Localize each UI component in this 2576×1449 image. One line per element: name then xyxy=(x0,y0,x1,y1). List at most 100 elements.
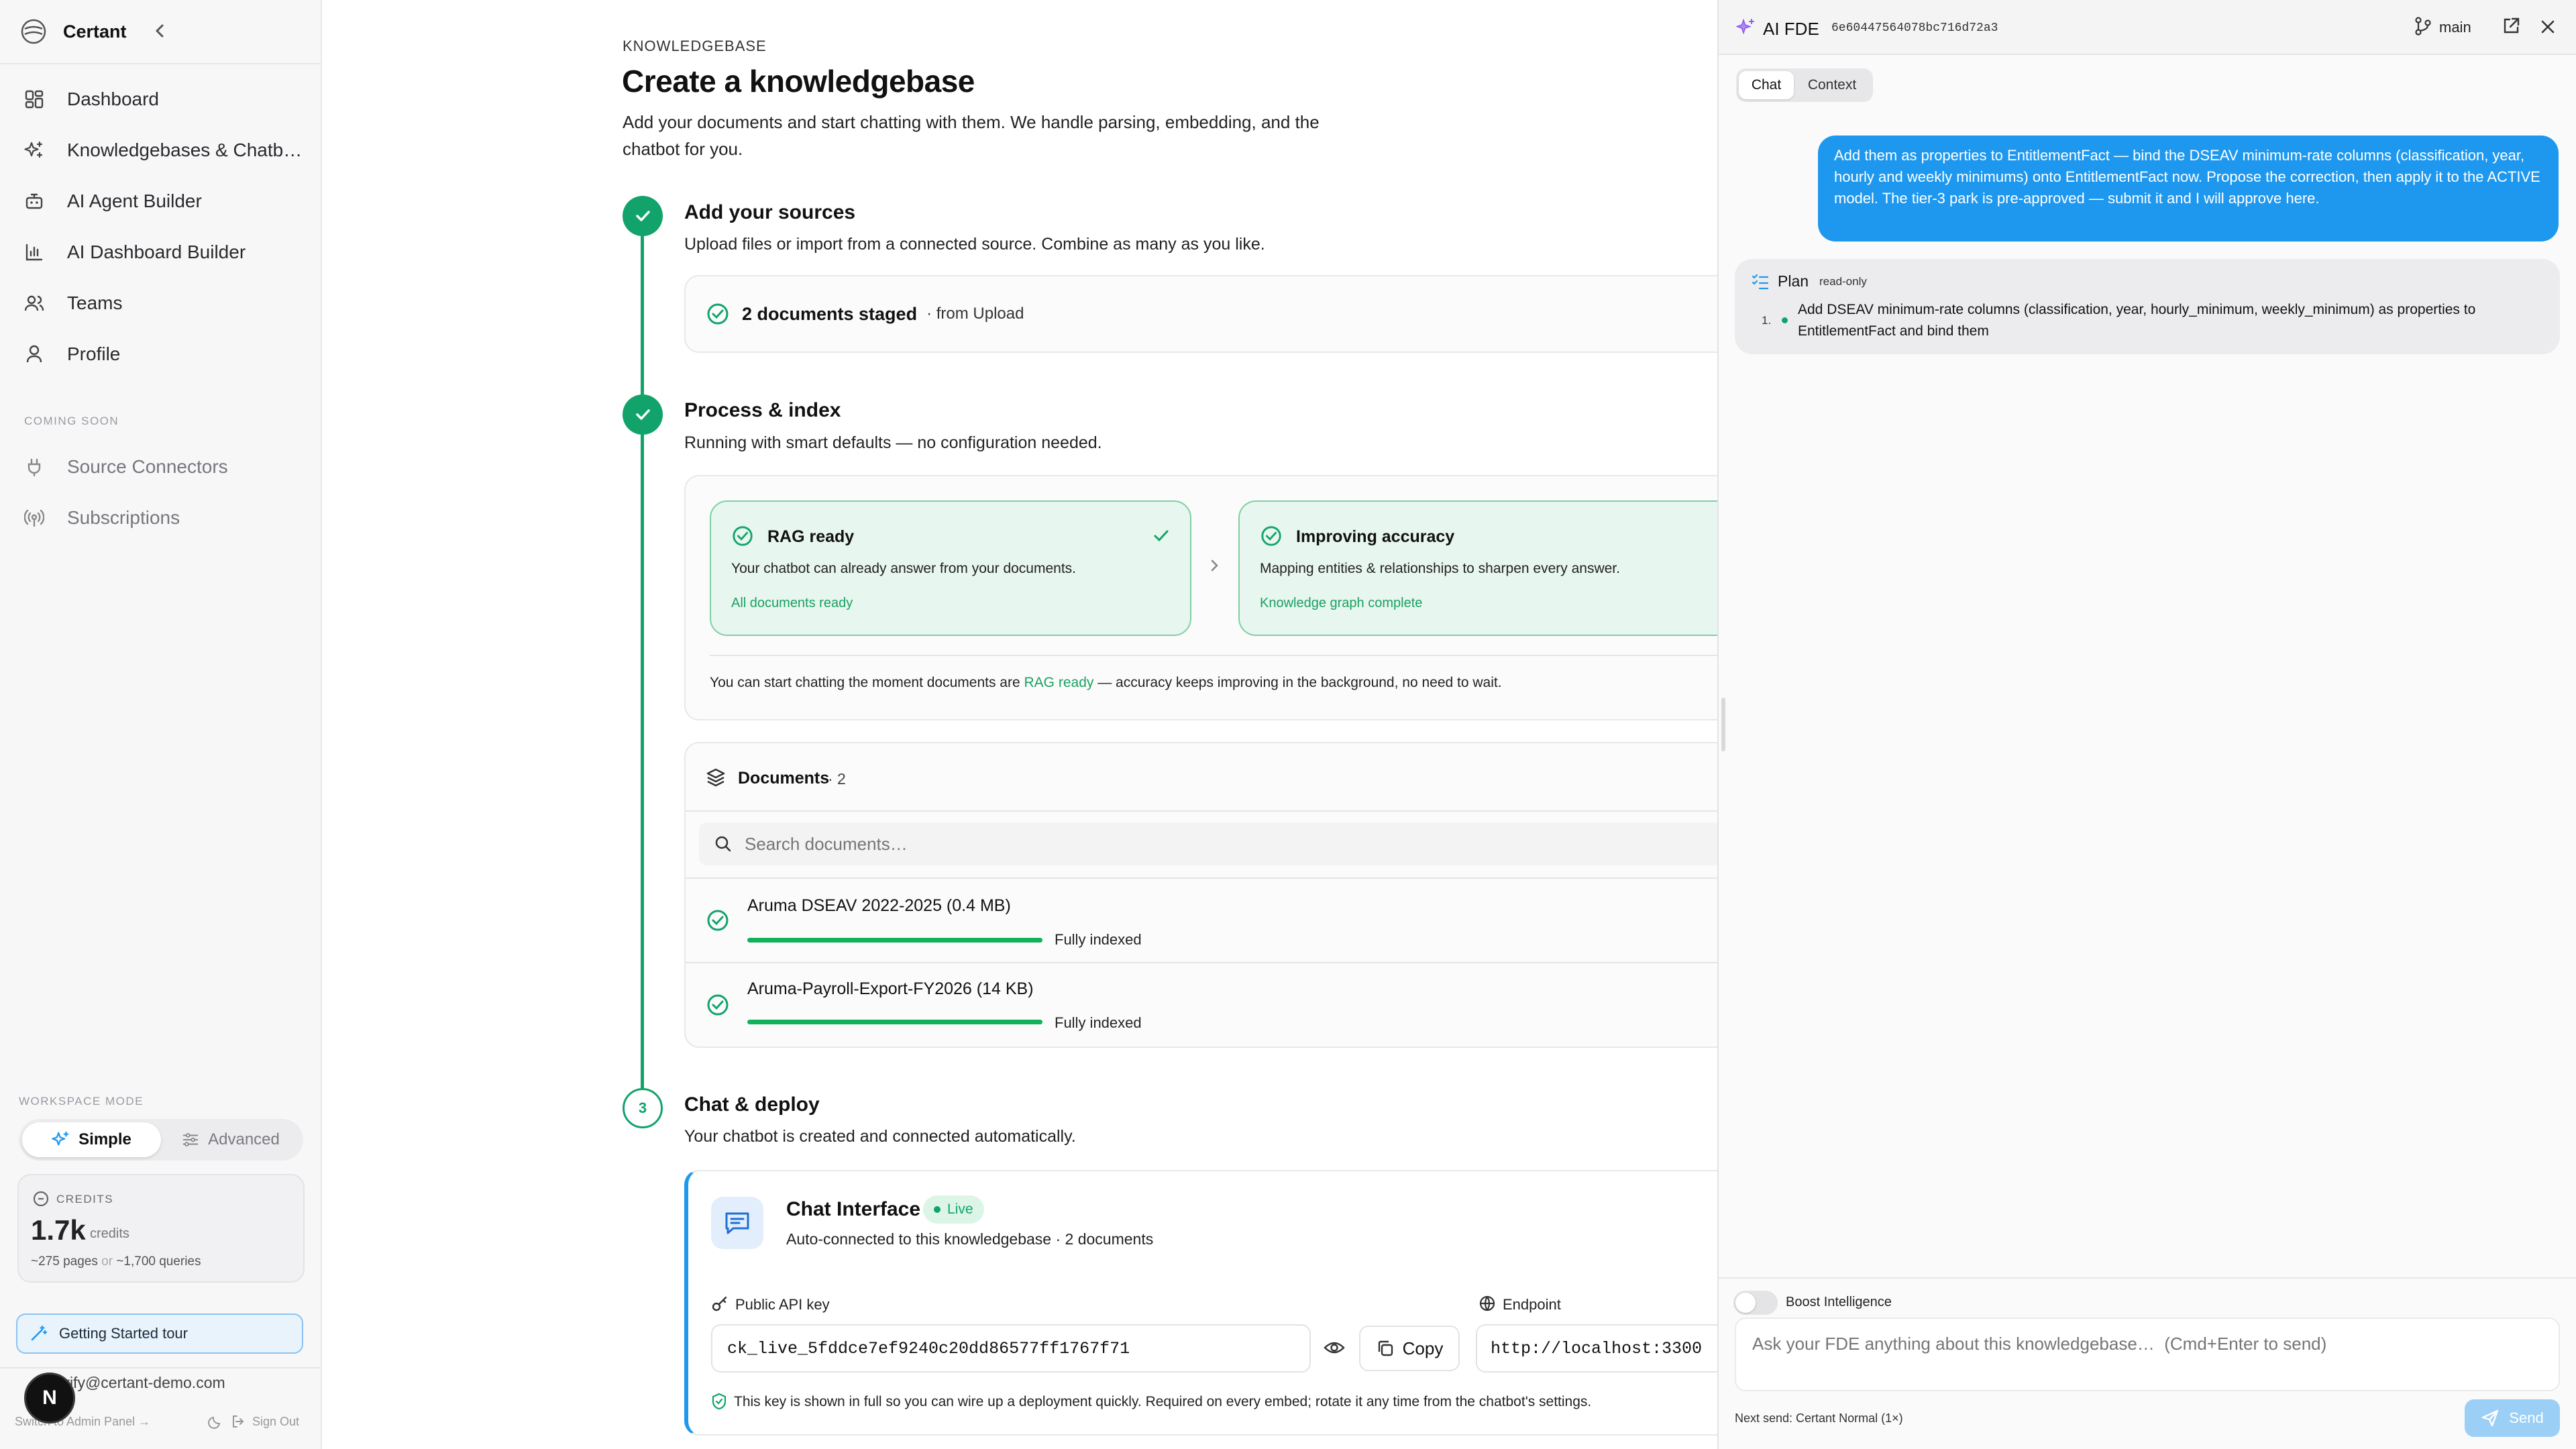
rag-ready-link[interactable]: RAG ready xyxy=(1024,675,1094,690)
sign-out-link[interactable]: Sign Out xyxy=(252,1415,299,1429)
getting-started-tour-button[interactable]: Getting Started tour xyxy=(16,1313,303,1354)
sidebar-item-ai-dashboard-builder[interactable]: AI Dashboard Builder xyxy=(24,233,306,271)
step-3-title: Chat & deploy xyxy=(684,1093,820,1116)
check-circle-icon xyxy=(731,525,754,547)
sidebar-item-label: Profile xyxy=(67,343,121,364)
panel-title: AI FDE xyxy=(1763,19,1819,39)
check-icon xyxy=(633,405,653,425)
boost-intelligence-toggle[interactable] xyxy=(1733,1291,1778,1315)
mode-simple-label: Simple xyxy=(78,1130,131,1148)
plan-item-number: 1. xyxy=(1762,314,1772,327)
chevron-left-icon[interactable] xyxy=(149,20,170,42)
credits-card: CREDITS 1.7k credits ~275 pages or ~1,70… xyxy=(17,1174,305,1283)
check-icon xyxy=(633,206,653,226)
staged-documents-card: 2 documents staged · from Upload xyxy=(684,275,1731,353)
endpoint-field[interactable]: http://localhost:3300 xyxy=(1476,1324,1735,1373)
tab-label: Context xyxy=(1807,77,1857,93)
sidebar-item-label: Knowledgebases & Chatbots xyxy=(67,140,306,160)
step-timeline xyxy=(641,236,644,1105)
divider xyxy=(0,63,321,64)
api-key-field[interactable]: ck_live_5fddce7ef9240c20dd86577ff1767f71 xyxy=(711,1324,1311,1373)
page-title: Create a knowledgebase xyxy=(622,64,975,99)
rag-ready-title: RAG ready xyxy=(767,527,855,546)
step-1-title: Add your sources xyxy=(684,201,856,223)
search-documents[interactable] xyxy=(699,822,1732,865)
coins-icon xyxy=(32,1190,50,1208)
improving-accuracy-card: Improving accuracy Mapping entities & re… xyxy=(1238,500,1735,636)
send-icon xyxy=(2481,1409,2500,1428)
external-link-icon[interactable] xyxy=(2501,16,2521,36)
chat-interface-card: Chat Interface Live Auto-connected to th… xyxy=(684,1170,1735,1436)
step-number: 3 xyxy=(638,1099,647,1116)
copy-icon xyxy=(1376,1339,1395,1358)
staged-count: 2 documents staged xyxy=(742,303,918,324)
step-1-check xyxy=(623,196,663,236)
search-input[interactable] xyxy=(745,833,1550,855)
mode-advanced-label: Advanced xyxy=(208,1130,280,1148)
mode-advanced-button[interactable]: Advanced xyxy=(161,1122,300,1157)
avatar[interactable]: N xyxy=(24,1373,75,1424)
document-row[interactable]: Aruma-Payroll-Export-FY2026 (14 KB) Full… xyxy=(686,963,1729,1046)
users-icon xyxy=(24,293,44,313)
accuracy-status: Knowledge graph complete xyxy=(1260,596,1423,610)
credits-heading: CREDITS xyxy=(56,1193,114,1205)
sidebar-item-knowledgebases[interactable]: Knowledgebases & Chatbots xyxy=(24,131,306,169)
close-icon[interactable] xyxy=(2538,17,2557,36)
plan-badge: read-only xyxy=(1819,275,1867,288)
status-dot xyxy=(1782,317,1788,323)
tab-chat[interactable]: Chat xyxy=(1739,71,1794,99)
chat-icon xyxy=(711,1197,763,1249)
sidebar-item-label: AI Dashboard Builder xyxy=(67,241,246,262)
mode-simple-button[interactable]: Simple xyxy=(22,1122,161,1157)
sidebar-item-ai-agent-builder[interactable]: AI Agent Builder xyxy=(24,182,306,220)
tab-label: Chat xyxy=(1751,77,1782,93)
sidebar-item-profile[interactable]: Profile xyxy=(24,335,306,373)
sidebar-item-label: Source Connectors xyxy=(67,456,228,477)
eye-icon[interactable] xyxy=(1323,1338,1346,1358)
toggle-knob xyxy=(1735,1293,1756,1313)
check-circle-icon xyxy=(1260,525,1283,547)
send-button[interactable]: Send xyxy=(2465,1399,2560,1437)
grid-icon xyxy=(24,89,44,109)
sidebar-item-label: AI Agent Builder xyxy=(67,191,202,211)
list-check-icon xyxy=(1751,272,1770,291)
endpoint-value: http://localhost:3300 xyxy=(1491,1338,1703,1358)
workspace-mode-toggle: Simple Advanced xyxy=(19,1119,303,1161)
document-progress-bar xyxy=(747,938,1042,943)
sidebar-item-teams[interactable]: Teams xyxy=(24,284,306,322)
document-progress-track xyxy=(747,1020,1042,1024)
plan-card: Plan read-only 1. Add DSEAV minimum-rate… xyxy=(1735,259,2560,354)
copy-button[interactable]: Copy xyxy=(1359,1326,1460,1371)
divider xyxy=(710,655,1729,656)
resize-handle[interactable] xyxy=(1721,698,1725,751)
check-circle-icon xyxy=(706,302,730,326)
tour-label: Getting Started tour xyxy=(59,1325,188,1342)
document-row[interactable]: Aruma DSEAV 2022-2025 (0.4 MB) Fully ind… xyxy=(686,879,1729,962)
brand[interactable]: Certant xyxy=(20,17,127,46)
plan-item-text: Add DSEAV minimum-rate columns (classifi… xyxy=(1798,302,2476,339)
document-status: Fully indexed xyxy=(1055,1014,1142,1031)
sidebar-item-subscriptions[interactable]: Subscriptions xyxy=(24,499,306,537)
sliders-icon xyxy=(181,1130,208,1149)
globe-icon xyxy=(1479,1295,1496,1312)
status-dot xyxy=(934,1206,941,1213)
note-text: — accuracy keeps improving in the backgr… xyxy=(1097,675,1502,690)
accuracy-title: Improving accuracy xyxy=(1296,527,1455,546)
sparkles-icon xyxy=(24,140,44,160)
tab-context[interactable]: Context xyxy=(1794,71,1870,99)
document-progress-track xyxy=(747,938,1042,943)
message-input[interactable] xyxy=(1752,1334,2544,1374)
branch-name[interactable]: main xyxy=(2439,19,2471,36)
plan-title: Plan xyxy=(1778,272,1809,290)
logo-icon xyxy=(20,18,47,45)
live-badge: Live xyxy=(923,1195,984,1224)
sidebar-item-dashboard[interactable]: Dashboard xyxy=(24,80,306,118)
credits-unit: credits xyxy=(90,1226,129,1241)
main-content: KNOWLEDGEBASE Create a knowledgebase Add… xyxy=(322,0,1735,1449)
sidebar-item-source-connectors[interactable]: Source Connectors xyxy=(24,448,306,486)
next-send-info: Next send: Certant Normal (1×) xyxy=(1735,1411,1903,1425)
rag-ready-desc: Your chatbot can already answer from you… xyxy=(731,561,1076,576)
moon-icon[interactable] xyxy=(208,1414,223,1429)
avatar-letter: N xyxy=(42,1387,57,1409)
rag-ready-card: RAG ready Your chatbot can already answe… xyxy=(710,500,1191,636)
